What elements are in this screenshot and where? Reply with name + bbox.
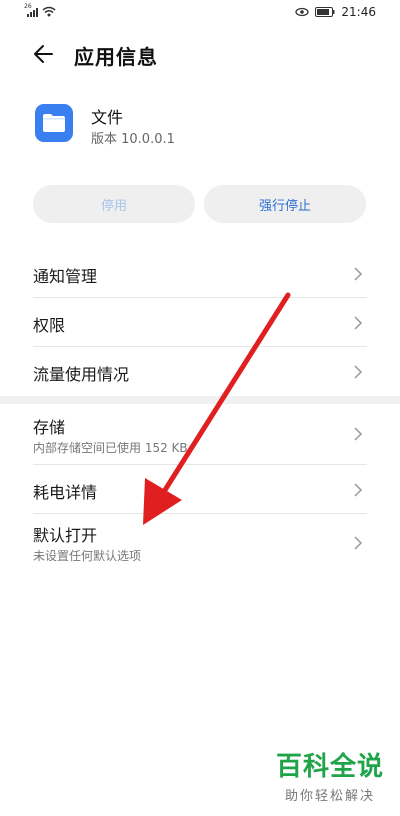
divider <box>33 346 367 347</box>
status-bar: 26 21:46 <box>0 0 400 26</box>
list-item-label: 存储 <box>33 418 66 437</box>
default-open-status: 未设置任何默认选项 <box>33 549 142 563</box>
divider <box>33 513 367 514</box>
list-item-label: 权限 <box>33 316 66 335</box>
network-type-label: 26 <box>24 3 32 10</box>
status-left: 26 <box>24 3 56 17</box>
watermark-title: 百科全说 <box>275 752 384 782</box>
list-item-label: 流量使用情况 <box>33 365 130 384</box>
status-right: 21:46 <box>295 5 376 19</box>
list-item-data-usage[interactable]: 流量使用情况 <box>33 349 367 395</box>
storage-usage-text: 内部存储空间已使用 152 KB <box>33 441 188 455</box>
chevron-right-icon <box>354 536 363 550</box>
app-bar: 应用信息 <box>0 34 400 74</box>
disable-button[interactable]: 停用 <box>33 185 195 223</box>
list-item-permissions[interactable]: 权限 <box>33 300 367 346</box>
divider <box>33 464 367 465</box>
chevron-right-icon <box>354 316 363 330</box>
page-title: 应用信息 <box>74 45 158 69</box>
list-item-label: 耗电详情 <box>33 483 98 502</box>
wifi-icon <box>42 6 56 17</box>
battery-icon <box>315 7 335 17</box>
list-item-battery[interactable]: 耗电详情 <box>33 467 367 513</box>
chevron-right-icon <box>354 427 363 441</box>
watermark: 百科全说 助你轻松解决 <box>276 746 384 804</box>
list-item-storage[interactable]: 存储 内部存储空间已使用 152 KB <box>33 408 367 464</box>
folder-icon <box>35 104 73 142</box>
app-version: 版本 10.0.0.1 <box>91 132 175 147</box>
cell-signal-icon: 26 <box>24 3 38 17</box>
section-separator <box>0 396 400 404</box>
back-arrow-icon[interactable] <box>30 40 58 68</box>
clock: 21:46 <box>341 5 376 19</box>
list-item-label: 通知管理 <box>33 267 98 286</box>
app-name: 文件 <box>91 108 124 127</box>
watermark-subtitle: 助你轻松解决 <box>284 789 375 804</box>
list-item-label: 默认打开 <box>33 526 98 545</box>
list-item-notifications[interactable]: 通知管理 <box>33 251 367 297</box>
chevron-right-icon <box>354 483 363 497</box>
chevron-right-icon <box>354 267 363 281</box>
divider <box>33 297 367 298</box>
eye-comfort-icon <box>295 7 310 17</box>
chevron-right-icon <box>354 365 363 379</box>
list-item-default-open[interactable]: 默认打开 未设置任何默认选项 <box>33 516 367 572</box>
force-stop-button[interactable]: 强行停止 <box>204 185 366 223</box>
